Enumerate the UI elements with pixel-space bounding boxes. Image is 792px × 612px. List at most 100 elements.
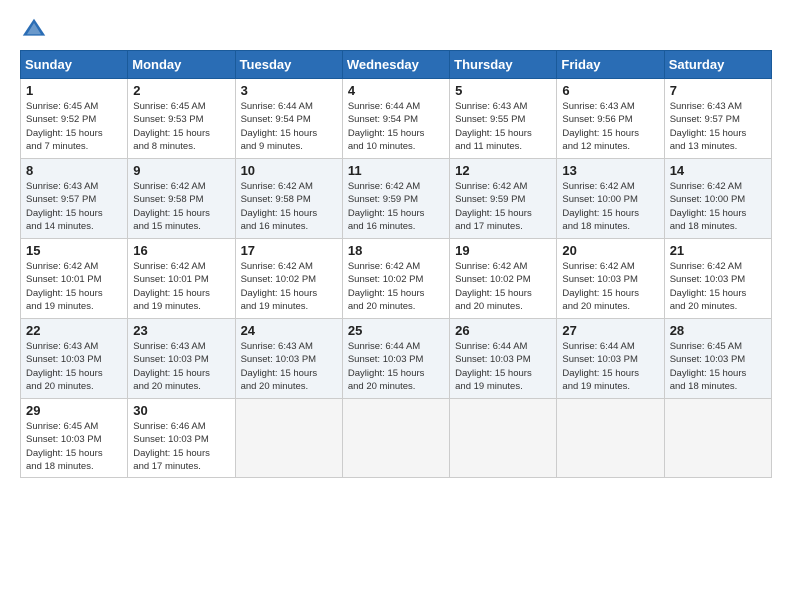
- day-info: Sunrise: 6:42 AMSunset: 9:59 PMDaylight:…: [455, 180, 551, 233]
- page: SundayMondayTuesdayWednesdayThursdayFrid…: [0, 0, 792, 612]
- day-number: 8: [26, 163, 122, 178]
- calendar-day-cell: 10 Sunrise: 6:42 AMSunset: 9:58 PMDayligh…: [235, 159, 342, 239]
- day-number: 18: [348, 243, 444, 258]
- calendar-day-cell: 6 Sunrise: 6:43 AMSunset: 9:56 PMDaylight…: [557, 79, 664, 159]
- calendar-day-cell: 2 Sunrise: 6:45 AMSunset: 9:53 PMDaylight…: [128, 79, 235, 159]
- calendar-header-row: SundayMondayTuesdayWednesdayThursdayFrid…: [21, 51, 772, 79]
- day-number: 15: [26, 243, 122, 258]
- day-info: Sunrise: 6:43 AMSunset: 9:56 PMDaylight:…: [562, 100, 658, 153]
- calendar-day-cell: 8Sunrise: 6:43 AMSunset: 9:57 PMDaylight…: [21, 159, 128, 239]
- day-number: 26: [455, 323, 551, 338]
- day-info: Sunrise: 6:45 AMSunset: 9:53 PMDaylight:…: [133, 100, 229, 153]
- calendar-day-cell: 3Sunrise: 6:44 AMSunset: 9:54 PMDaylight…: [235, 79, 342, 159]
- calendar-day-cell: 12 Sunrise: 6:42 AMSunset: 9:59 PMDayligh…: [450, 159, 557, 239]
- day-number: 21: [670, 243, 766, 258]
- day-number: 16: [133, 243, 229, 258]
- calendar-day-cell: 1 Sunrise: 6:45 AMSunset: 9:52 PMDaylight…: [21, 79, 128, 159]
- calendar-header-cell: Monday: [128, 51, 235, 79]
- day-number: 10: [241, 163, 337, 178]
- day-info: Sunrise: 6:42 AMSunset: 10:01 PMDaylight…: [133, 260, 229, 313]
- calendar-day-cell: 16 Sunrise: 6:42 AMSunset: 10:01 PMDaylig…: [128, 239, 235, 319]
- day-number: 29: [26, 403, 122, 418]
- day-info: Sunrise: 6:43 AMSunset: 10:03 PMDaylight…: [26, 340, 122, 393]
- calendar-table: SundayMondayTuesdayWednesdayThursdayFrid…: [20, 50, 772, 478]
- day-info: Sunrise: 6:46 AMSunset: 10:03 PMDaylight…: [133, 420, 229, 473]
- calendar-day-cell: 5 Sunrise: 6:43 AMSunset: 9:55 PMDaylight…: [450, 79, 557, 159]
- day-info: Sunrise: 6:43 AMSunset: 9:57 PMDaylight:…: [670, 100, 766, 153]
- day-info: Sunrise: 6:42 AMSunset: 10:02 PMDaylight…: [455, 260, 551, 313]
- calendar-day-cell: 26 Sunrise: 6:44 AMSunset: 10:03 PMDaylig…: [450, 319, 557, 399]
- calendar-day-cell: 14 Sunrise: 6:42 AMSunset: 10:00 PMDaylig…: [664, 159, 771, 239]
- day-number: 6: [562, 83, 658, 98]
- day-info: Sunrise: 6:42 AMSunset: 9:58 PMDaylight:…: [241, 180, 337, 233]
- calendar-day-cell: 25Sunrise: 6:44 AMSunset: 10:03 PMDaylig…: [342, 319, 449, 399]
- day-info: Sunrise: 6:42 AMSunset: 10:00 PMDaylight…: [562, 180, 658, 233]
- calendar-day-cell: 19 Sunrise: 6:42 AMSunset: 10:02 PMDaylig…: [450, 239, 557, 319]
- logo-icon: [20, 16, 48, 44]
- day-info: Sunrise: 6:42 AMSunset: 10:02 PMDaylight…: [348, 260, 444, 313]
- calendar-day-cell: 7 Sunrise: 6:43 AMSunset: 9:57 PMDaylight…: [664, 79, 771, 159]
- calendar-day-cell: [235, 399, 342, 478]
- calendar-day-cell: 20 Sunrise: 6:42 AMSunset: 10:03 PMDaylig…: [557, 239, 664, 319]
- day-info: Sunrise: 6:45 AMSunset: 10:03 PMDaylight…: [670, 340, 766, 393]
- calendar-header-cell: Friday: [557, 51, 664, 79]
- day-info: Sunrise: 6:42 AMSunset: 10:01 PMDaylight…: [26, 260, 122, 313]
- day-info: Sunrise: 6:42 AMSunset: 10:02 PMDaylight…: [241, 260, 337, 313]
- day-number: 13: [562, 163, 658, 178]
- day-number: 28: [670, 323, 766, 338]
- calendar-day-cell: 9Sunrise: 6:42 AMSunset: 9:58 PMDaylight…: [128, 159, 235, 239]
- calendar-day-cell: 30 Sunrise: 6:46 AMSunset: 10:03 PMDaylig…: [128, 399, 235, 478]
- day-info: Sunrise: 6:42 AMSunset: 10:03 PMDaylight…: [670, 260, 766, 313]
- calendar-header-cell: Saturday: [664, 51, 771, 79]
- day-info: Sunrise: 6:45 AMSunset: 10:03 PMDaylight…: [26, 420, 122, 473]
- calendar-week-row: 8Sunrise: 6:43 AMSunset: 9:57 PMDaylight…: [21, 159, 772, 239]
- calendar-day-cell: 22 Sunrise: 6:43 AMSunset: 10:03 PMDaylig…: [21, 319, 128, 399]
- logo: [20, 16, 52, 44]
- calendar-header-cell: Sunday: [21, 51, 128, 79]
- calendar-header-cell: Thursday: [450, 51, 557, 79]
- day-info: Sunrise: 6:44 AMSunset: 10:03 PMDaylight…: [455, 340, 551, 393]
- day-info: Sunrise: 6:43 AMSunset: 9:55 PMDaylight:…: [455, 100, 551, 153]
- calendar-day-cell: 27Sunrise: 6:44 AMSunset: 10:03 PMDaylig…: [557, 319, 664, 399]
- day-info: Sunrise: 6:44 AMSunset: 9:54 PMDaylight:…: [348, 100, 444, 153]
- calendar-day-cell: [450, 399, 557, 478]
- day-number: 1: [26, 83, 122, 98]
- day-number: 11: [348, 163, 444, 178]
- day-info: Sunrise: 6:42 AMSunset: 10:00 PMDaylight…: [670, 180, 766, 233]
- day-number: 4: [348, 83, 444, 98]
- day-info: Sunrise: 6:45 AMSunset: 9:52 PMDaylight:…: [26, 100, 122, 153]
- calendar-body: 1 Sunrise: 6:45 AMSunset: 9:52 PMDaylight…: [21, 79, 772, 478]
- calendar-day-cell: [557, 399, 664, 478]
- day-number: 2: [133, 83, 229, 98]
- calendar-header-cell: Tuesday: [235, 51, 342, 79]
- header: [20, 16, 772, 44]
- day-info: Sunrise: 6:42 AMSunset: 9:59 PMDaylight:…: [348, 180, 444, 233]
- day-number: 19: [455, 243, 551, 258]
- day-number: 20: [562, 243, 658, 258]
- calendar-day-cell: 21 Sunrise: 6:42 AMSunset: 10:03 PMDaylig…: [664, 239, 771, 319]
- calendar-day-cell: 17Sunrise: 6:42 AMSunset: 10:02 PMDaylig…: [235, 239, 342, 319]
- calendar-day-cell: [664, 399, 771, 478]
- day-info: Sunrise: 6:42 AMSunset: 10:03 PMDaylight…: [562, 260, 658, 313]
- day-number: 24: [241, 323, 337, 338]
- calendar-day-cell: [342, 399, 449, 478]
- day-info: Sunrise: 6:43 AMSunset: 10:03 PMDaylight…: [241, 340, 337, 393]
- day-number: 5: [455, 83, 551, 98]
- day-info: Sunrise: 6:43 AMSunset: 10:03 PMDaylight…: [133, 340, 229, 393]
- day-number: 30: [133, 403, 229, 418]
- calendar-day-cell: 24 Sunrise: 6:43 AMSunset: 10:03 PMDaylig…: [235, 319, 342, 399]
- calendar-day-cell: 29 Sunrise: 6:45 AMSunset: 10:03 PMDaylig…: [21, 399, 128, 478]
- calendar-week-row: 15 Sunrise: 6:42 AMSunset: 10:01 PMDaylig…: [21, 239, 772, 319]
- day-info: Sunrise: 6:44 AMSunset: 10:03 PMDaylight…: [562, 340, 658, 393]
- day-number: 22: [26, 323, 122, 338]
- day-number: 25: [348, 323, 444, 338]
- calendar-day-cell: 28 Sunrise: 6:45 AMSunset: 10:03 PMDaylig…: [664, 319, 771, 399]
- day-number: 7: [670, 83, 766, 98]
- day-number: 23: [133, 323, 229, 338]
- calendar-week-row: 29 Sunrise: 6:45 AMSunset: 10:03 PMDaylig…: [21, 399, 772, 478]
- day-number: 14: [670, 163, 766, 178]
- calendar-day-cell: 11 Sunrise: 6:42 AMSunset: 9:59 PMDayligh…: [342, 159, 449, 239]
- day-number: 12: [455, 163, 551, 178]
- day-number: 9: [133, 163, 229, 178]
- calendar-day-cell: 18 Sunrise: 6:42 AMSunset: 10:02 PMDaylig…: [342, 239, 449, 319]
